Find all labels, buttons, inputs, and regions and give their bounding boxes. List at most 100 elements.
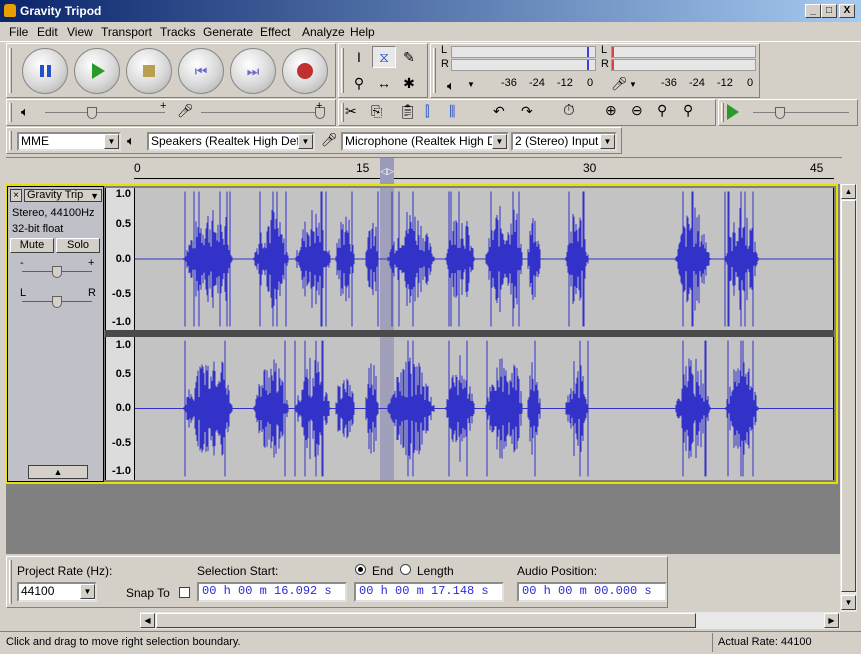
toolbar-grip[interactable]: [433, 48, 436, 93]
toolbar-grip[interactable]: [721, 103, 724, 122]
selection-tool[interactable]: I: [347, 46, 371, 68]
vertical-axis-left[interactable]: 1.0 0.5 0.0 -0.5 -1.0: [105, 188, 134, 330]
silence-icon[interactable]: ⫼: [449, 103, 455, 120]
cut-icon[interactable]: ✂: [345, 103, 357, 120]
trim-icon[interactable]: ⫿: [425, 103, 429, 120]
fit-selection-icon[interactable]: ⚲: [657, 102, 667, 119]
selection-start-time[interactable]: 00 h 00 m 16.092 s: [197, 582, 347, 602]
input-device-select[interactable]: Microphone (Realtek High Defini ▼: [341, 132, 509, 151]
draw-tool[interactable]: ✎: [397, 46, 421, 68]
menu-edit[interactable]: Edit: [37, 25, 58, 39]
speaker-icon[interactable]: 🔈︎: [447, 78, 455, 94]
output-volume-thumb[interactable]: [87, 107, 97, 119]
magnifier-icon: ⚲: [353, 74, 365, 91]
project-rate-select[interactable]: 44100 ▼: [17, 582, 97, 602]
menu-transport[interactable]: Transport: [101, 25, 152, 39]
chevron-down-icon: ▼: [104, 134, 119, 149]
play-meter-right[interactable]: [451, 59, 596, 71]
track-name-menu[interactable]: Gravity Trip ▼: [24, 189, 102, 202]
play-meter-menu-icon[interactable]: ▼: [467, 80, 475, 89]
output-volume-plus: +: [160, 100, 167, 112]
speed-slider[interactable]: [753, 112, 849, 113]
collapse-track-button[interactable]: ▲: [28, 465, 88, 479]
play-meter-left[interactable]: [451, 46, 596, 58]
output-volume-slider[interactable]: [45, 112, 165, 113]
selection-region-marker[interactable]: ◁▷: [380, 158, 394, 184]
zoom-out-icon[interactable]: ⊖: [631, 102, 643, 119]
copy-icon[interactable]: ⎘: [371, 103, 382, 120]
scroll-up-icon[interactable]: ▲: [841, 184, 856, 199]
horizontal-scrollbar[interactable]: ◀ ▶: [140, 612, 840, 629]
stop-button[interactable]: [126, 48, 172, 94]
selection-end-time[interactable]: 00 h 00 m 17.148 s: [354, 582, 504, 602]
play-at-speed-icon[interactable]: [727, 104, 739, 120]
menu-help[interactable]: Help: [350, 25, 375, 39]
envelope-icon: ⧖: [379, 48, 389, 65]
menu-view[interactable]: View: [67, 25, 93, 39]
maximize-button[interactable]: □: [821, 4, 837, 18]
scroll-left-icon[interactable]: ◀: [140, 613, 155, 628]
undo-icon[interactable]: ↶: [493, 103, 505, 120]
envelope-tool[interactable]: ⧖: [372, 46, 396, 68]
zoom-in-icon[interactable]: ⊕: [605, 102, 617, 119]
mute-button[interactable]: Mute: [10, 238, 54, 253]
close-button[interactable]: X: [839, 4, 855, 18]
pan-thumb[interactable]: [52, 296, 62, 308]
menu-file[interactable]: File: [9, 25, 28, 39]
skip-end-button[interactable]: ⏭: [230, 48, 276, 94]
edit-toolbar: ✂ ⎘ 📋︎ ⫿ ⫼ ↶ ↷ ⏱ ⊕ ⊖ ⚲ ⚲: [338, 99, 716, 126]
microphone-icon[interactable]: 🎤︎: [611, 76, 628, 92]
ibeam-icon: I: [357, 49, 361, 65]
vertical-axis-right[interactable]: 1.0 0.5 0.0 -0.5 -1.0: [105, 337, 134, 480]
audio-position-time[interactable]: 00 h 00 m 00.000 s: [517, 582, 667, 602]
zoom-tool[interactable]: ⚲: [347, 72, 371, 94]
vertical-scrollbar[interactable]: ▲ ▼: [840, 184, 857, 612]
input-volume-slider[interactable]: [201, 112, 321, 113]
rec-meter-right[interactable]: [611, 59, 756, 71]
menu-analyze[interactable]: Analyze: [302, 25, 345, 39]
waveform-left-channel[interactable]: [134, 188, 834, 330]
multi-tool[interactable]: ✱: [397, 72, 421, 94]
toolbar-grip[interactable]: [9, 560, 12, 604]
sync-lock-icon[interactable]: ⏱: [563, 102, 575, 119]
speed-thumb[interactable]: [775, 107, 785, 119]
menu-tracks[interactable]: Tracks: [160, 25, 196, 39]
minimize-button[interactable]: _: [805, 4, 821, 18]
output-device-select[interactable]: Speakers (Realtek High Definiti ▼: [147, 132, 315, 151]
play-button[interactable]: [74, 48, 120, 94]
rec-meter-left-label: L: [601, 44, 608, 56]
scroll-down-icon[interactable]: ▼: [841, 595, 856, 610]
host-select[interactable]: MME ▼: [17, 132, 121, 151]
toolbar-grip[interactable]: [341, 103, 344, 122]
toolbar-grip[interactable]: [9, 131, 12, 150]
snap-to-checkbox[interactable]: [179, 587, 190, 598]
paste-icon[interactable]: 📋︎: [399, 103, 417, 120]
toolbar-grip[interactable]: [9, 103, 12, 122]
horizontal-scroll-thumb[interactable]: [156, 613, 696, 628]
fit-project-icon[interactable]: ⚲: [683, 102, 693, 119]
track-close-button[interactable]: ×: [10, 189, 22, 202]
timeshift-tool[interactable]: ↔: [372, 72, 396, 94]
length-radio[interactable]: [400, 564, 411, 575]
pause-button[interactable]: [22, 48, 68, 94]
waveform-right-channel[interactable]: [134, 337, 834, 480]
gain-thumb[interactable]: [52, 266, 62, 278]
end-radio[interactable]: [355, 564, 366, 575]
input-channels-select[interactable]: 2 (Stereo) Input C ▼: [511, 132, 617, 151]
timeline-ruler[interactable]: 0 15 30 45 ◁▷: [6, 157, 842, 184]
gain-max-label: +: [88, 257, 95, 269]
toolbar-grip[interactable]: [9, 48, 12, 93]
skip-start-button[interactable]: ⏮: [178, 48, 224, 94]
redo-icon[interactable]: ↷: [521, 103, 533, 120]
scroll-right-icon[interactable]: ▶: [824, 613, 839, 628]
menu-generate[interactable]: Generate: [203, 25, 253, 39]
skip-start-icon: ⏮: [194, 62, 208, 79]
record-button[interactable]: [282, 48, 328, 94]
rec-meter-left[interactable]: [611, 46, 756, 58]
tools-toolbar: I ⧖ ✎ ⚲ ↔ ✱: [338, 43, 428, 98]
rec-meter-menu-icon[interactable]: ▼: [629, 80, 637, 89]
toolbar-grip[interactable]: [341, 48, 344, 93]
vertical-scroll-thumb[interactable]: [841, 200, 856, 592]
solo-button[interactable]: Solo: [56, 238, 100, 253]
menu-effect[interactable]: Effect: [260, 25, 290, 39]
